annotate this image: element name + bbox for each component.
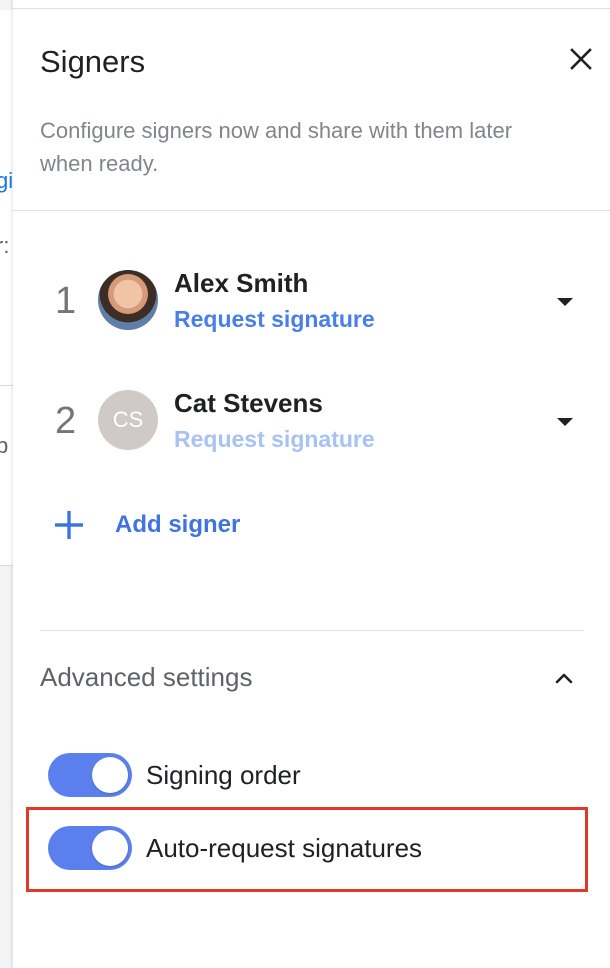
signing-order-setting: Signing order bbox=[48, 753, 301, 797]
chevron-up-icon[interactable] bbox=[550, 664, 578, 692]
close-icon bbox=[570, 48, 592, 70]
header-divider bbox=[13, 210, 610, 211]
request-signature-link[interactable]: Request signature bbox=[174, 426, 375, 453]
background-text-fragment: gi bbox=[0, 168, 13, 193]
signer-row-alex-smith: 1 Alex Smith Request signature bbox=[13, 268, 610, 340]
signer-order-number: 2 bbox=[55, 400, 77, 442]
add-signer-label: Add signer bbox=[115, 511, 241, 538]
signer-row-cat-stevens: 2 CS Cat Stevens Request signature bbox=[13, 388, 610, 460]
panel-description: Configure signers now and share with the… bbox=[40, 118, 513, 176]
dropdown-arrow-icon[interactable] bbox=[553, 412, 577, 432]
close-button[interactable] bbox=[566, 44, 596, 74]
background-text-fragment: r: bbox=[0, 233, 10, 258]
signing-order-label: Signing order bbox=[146, 759, 301, 790]
section-divider bbox=[40, 630, 584, 631]
highlight-box bbox=[26, 807, 588, 892]
background-page: gi r: p bbox=[0, 0, 13, 968]
signer-order-number: 1 bbox=[55, 280, 77, 322]
background-divider bbox=[0, 565, 13, 566]
request-signature-link[interactable]: Request signature bbox=[174, 306, 375, 333]
signing-order-toggle[interactable] bbox=[48, 753, 132, 797]
signer-name: Alex Smith bbox=[174, 268, 309, 298]
toggle-knob bbox=[92, 757, 128, 793]
panel-title: Signers bbox=[40, 44, 146, 79]
signer-name: Cat Stevens bbox=[174, 388, 323, 418]
add-signer-button[interactable]: Add signer bbox=[53, 505, 240, 545]
dropdown-arrow-icon[interactable] bbox=[553, 292, 577, 312]
panel-top-border bbox=[13, 8, 610, 9]
advanced-settings-title[interactable]: Advanced settings bbox=[40, 662, 252, 693]
background-card bbox=[0, 10, 13, 565]
avatar bbox=[98, 270, 158, 330]
background-text-fragment: p bbox=[0, 433, 9, 458]
background-divider bbox=[0, 385, 13, 386]
plus-icon bbox=[55, 511, 83, 539]
avatar: CS bbox=[98, 390, 158, 450]
